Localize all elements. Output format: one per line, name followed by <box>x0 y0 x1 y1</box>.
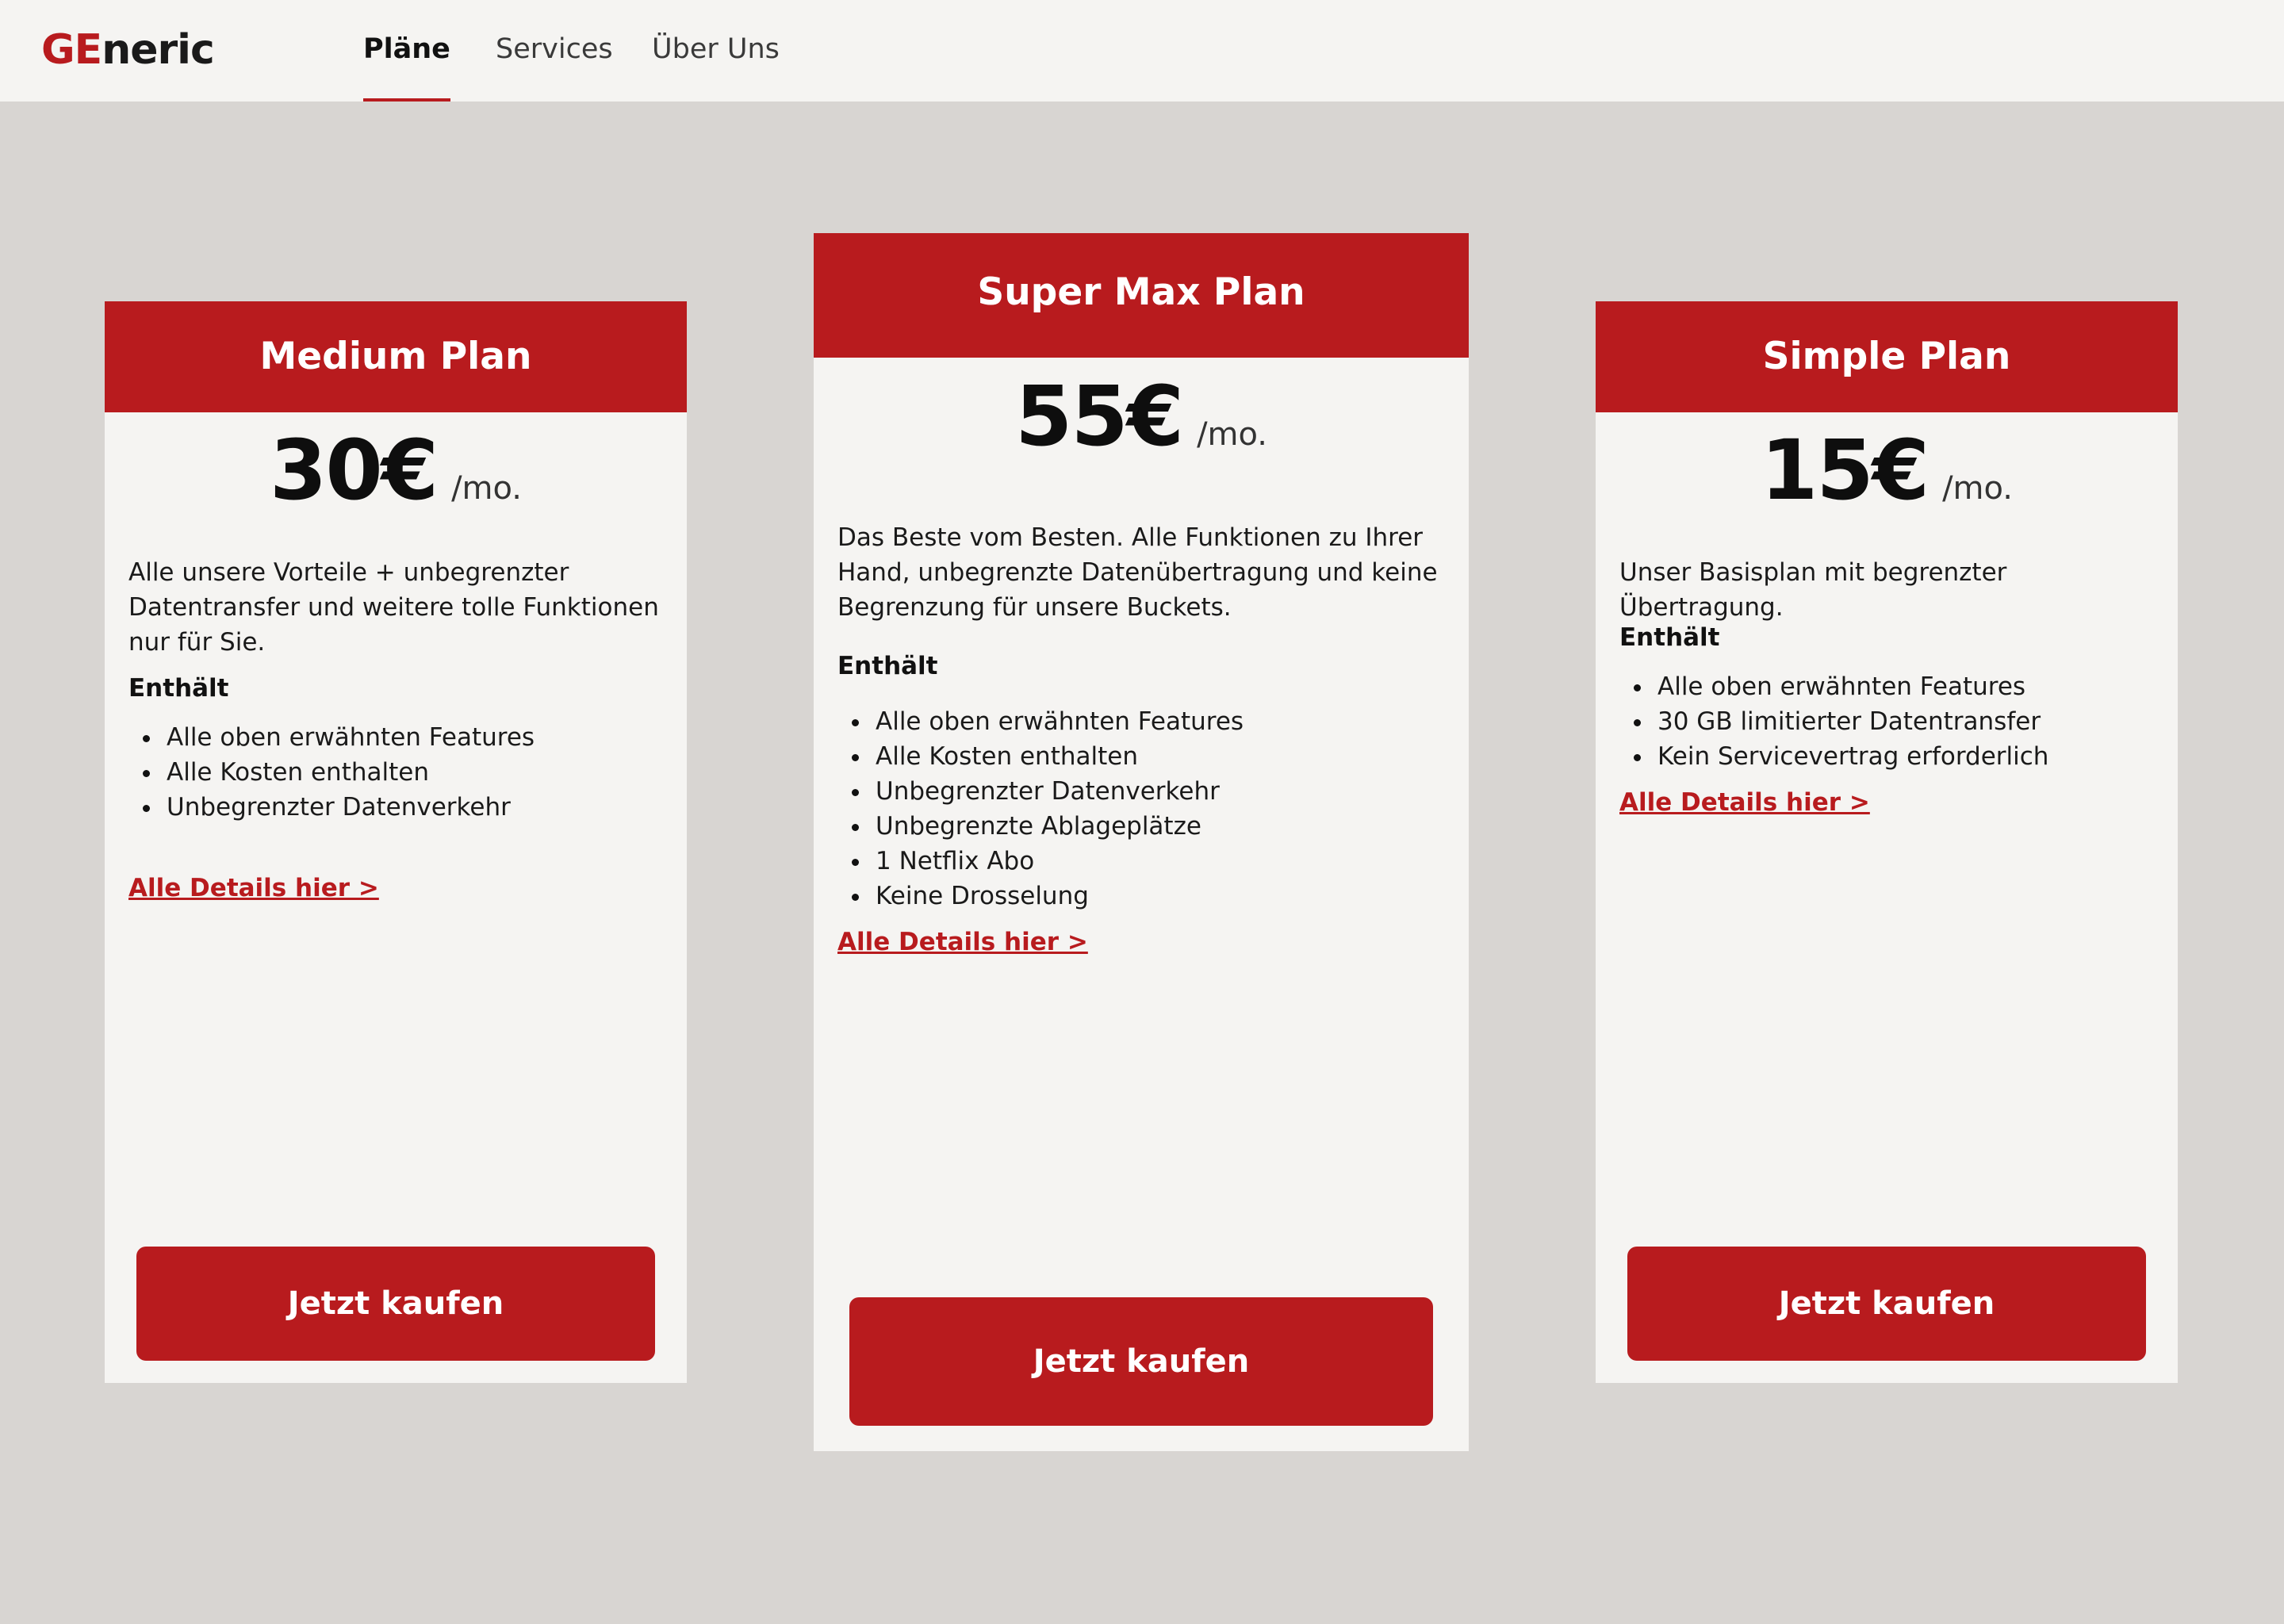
plan-price: 15€ /mo. <box>1596 422 2178 519</box>
plan-description: Unser Basisplan mit begrenzter Übertragu… <box>1619 558 2007 622</box>
plan-description: Das Beste vom Besten. Alle Funktionen zu… <box>837 523 1438 622</box>
feature-item: 1 Netflix Abo <box>837 844 1453 879</box>
feature-item: 30 GB limitierter Datentransfer <box>1619 704 2162 739</box>
nav-item-plaene[interactable]: Pläne <box>363 0 450 102</box>
plan-title: Medium Plan <box>105 301 687 412</box>
price-amount: 55€ <box>1014 368 1184 465</box>
price-period: /mo. <box>1942 470 2014 507</box>
details-link[interactable]: Alle Details hier > <box>837 928 1088 956</box>
includes-label: Enthält <box>128 674 229 703</box>
feature-list: Alle oben erwähnten Features Alle Kosten… <box>128 720 671 825</box>
nav-item-services[interactable]: Services <box>496 0 613 102</box>
buy-now-button[interactable]: Jetzt kaufen <box>1627 1247 2146 1361</box>
price-amount: 15€ <box>1760 422 1930 519</box>
feature-item: Alle Kosten enthalten <box>837 739 1453 774</box>
price-period: /mo. <box>451 470 523 507</box>
logo-rest: neric <box>102 26 215 74</box>
brand-logo[interactable]: GEneric <box>41 22 215 78</box>
feature-list: Alle oben erwähnten Features 30 GB limit… <box>1619 669 2162 774</box>
feature-item: Unbegrenzter Datenverkehr <box>837 774 1453 809</box>
plan-price: 55€ /mo. <box>814 368 1469 465</box>
includes-label: Enthält <box>837 652 938 680</box>
plan-card-medium: Medium Plan 30€ /mo. Alle unsere Vorteile… <box>105 301 687 1383</box>
feature-item: Alle oben erwähnten Features <box>837 704 1453 739</box>
includes-label: Enthält <box>1619 623 1720 652</box>
plan-description: Alle unsere Vorteile + unbegrenzter Date… <box>128 558 659 657</box>
plan-title: Super Max Plan <box>814 233 1469 358</box>
plan-card-simple: Simple Plan 15€ /mo. Unser Basisplan mit … <box>1596 301 2178 1383</box>
feature-item: Alle oben erwähnten Features <box>128 720 671 755</box>
price-period: /mo. <box>1197 416 1268 453</box>
feature-item: Alle oben erwähnten Features <box>1619 669 2162 704</box>
feature-list: Alle oben erwähnten Features Alle Kosten… <box>837 704 1453 914</box>
details-link[interactable]: Alle Details hier > <box>128 874 379 902</box>
buy-now-button[interactable]: Jetzt kaufen <box>136 1247 655 1361</box>
feature-item: Unbegrenzte Ablageplätze <box>837 809 1453 844</box>
logo-accent: GE <box>41 26 102 74</box>
plan-price: 30€ /mo. <box>105 422 687 519</box>
feature-item: Keine Drosselung <box>837 879 1453 914</box>
plan-card-super-max: Super Max Plan 55€ /mo. Das Beste vom Bes… <box>814 233 1469 1451</box>
details-link[interactable]: Alle Details hier > <box>1619 788 1870 817</box>
feature-item: Unbegrenzter Datenverkehr <box>128 790 671 825</box>
feature-item: Kein Servicevertrag erforderlich <box>1619 739 2162 774</box>
plan-title: Simple Plan <box>1596 301 2178 412</box>
buy-now-button[interactable]: Jetzt kaufen <box>849 1297 1433 1426</box>
top-navigation-bar: GEneric Pläne Services Über Uns <box>0 0 2284 102</box>
feature-item: Alle Kosten enthalten <box>128 755 671 790</box>
price-amount: 30€ <box>269 422 439 519</box>
nav-item-ueber-uns[interactable]: Über Uns <box>652 0 780 102</box>
